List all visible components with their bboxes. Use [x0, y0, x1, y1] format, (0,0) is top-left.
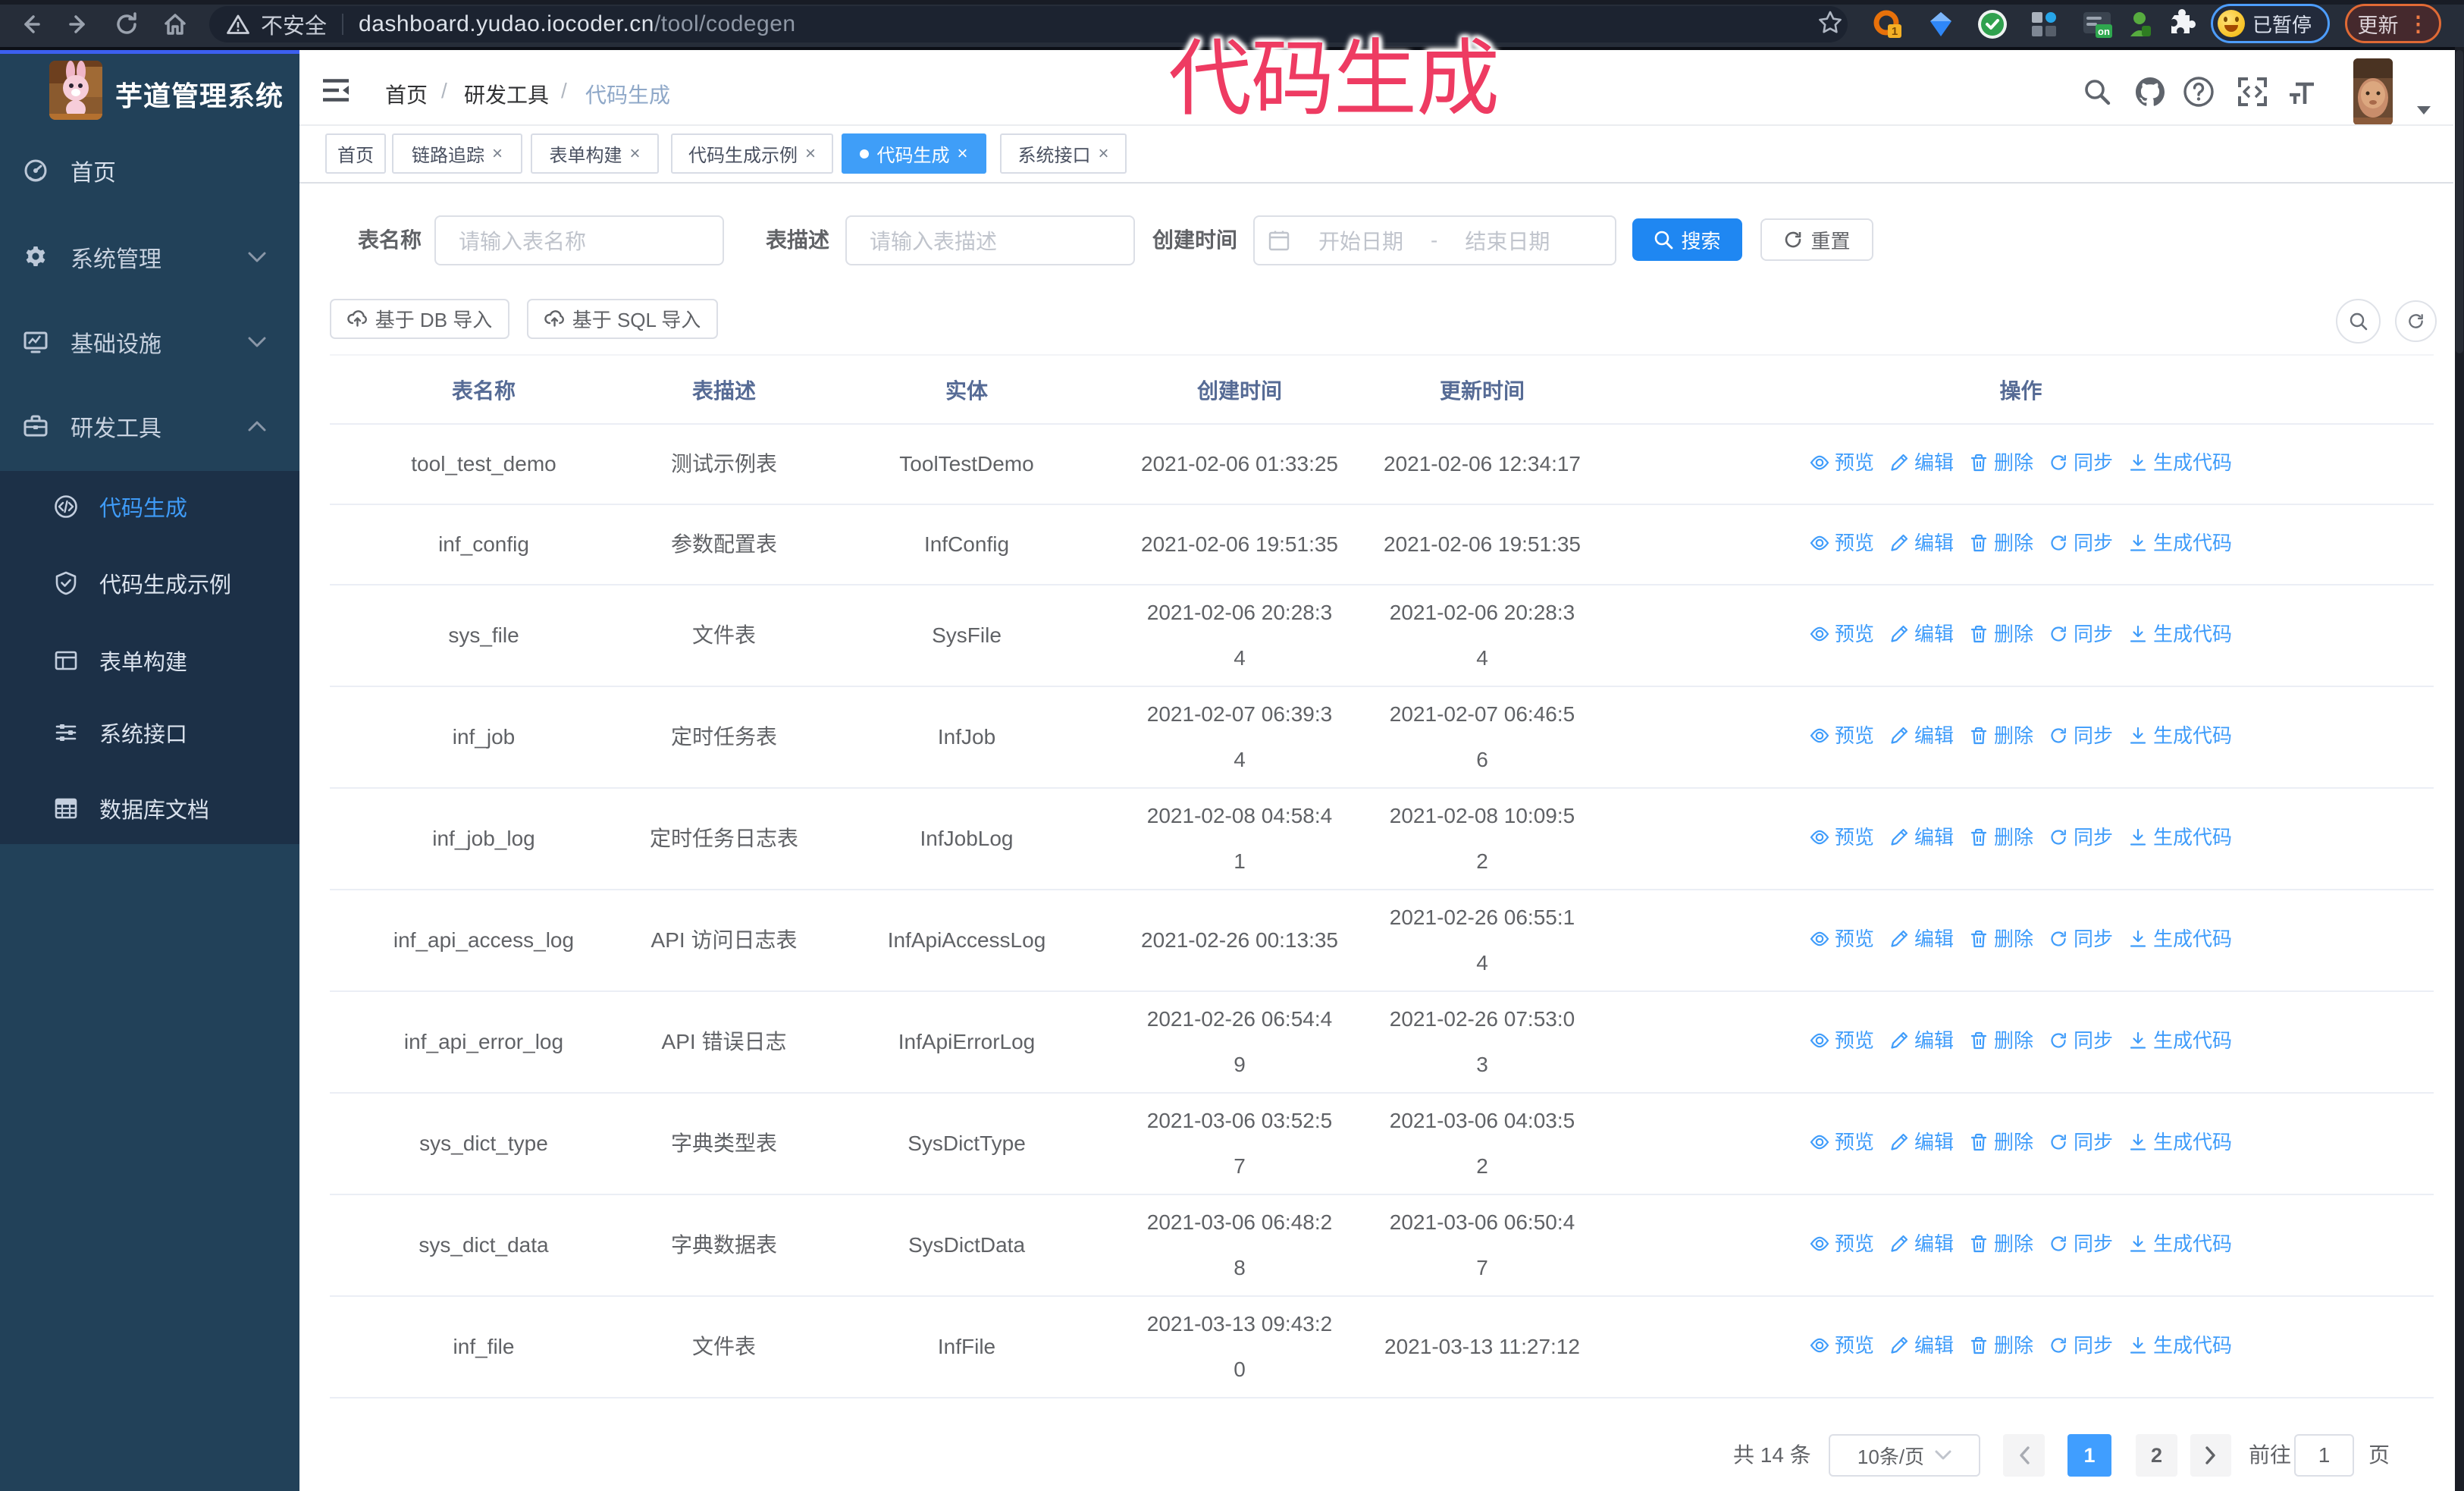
svg-text:1: 1 [1892, 25, 1898, 38]
svg-text:on: on [2098, 26, 2110, 37]
